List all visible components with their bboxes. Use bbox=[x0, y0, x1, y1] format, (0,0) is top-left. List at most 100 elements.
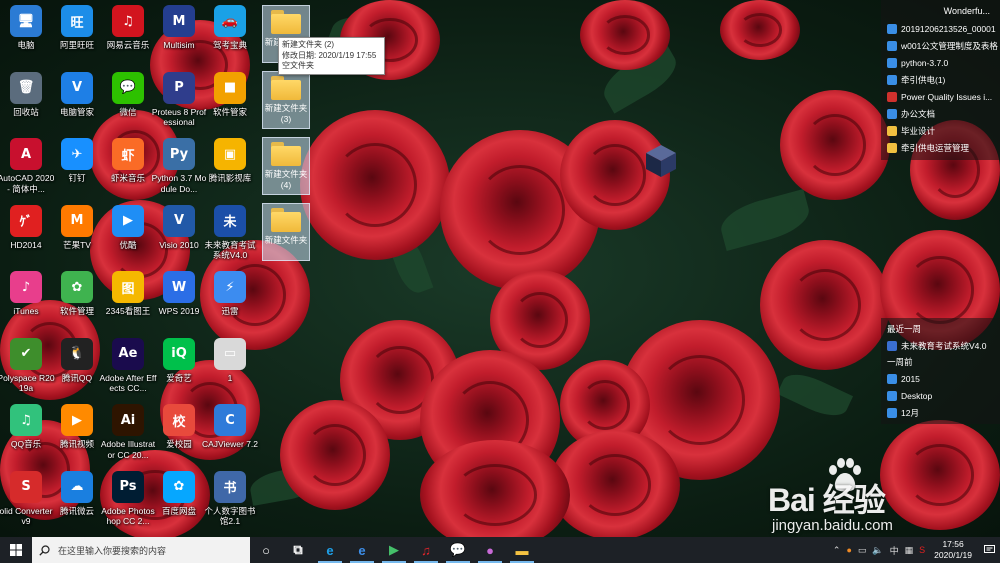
cortana-icon[interactable]: ○ bbox=[250, 537, 282, 563]
app-icon: ☁ bbox=[61, 470, 93, 503]
fence-item-label: 牵引供电运营管理 bbox=[901, 142, 970, 153]
desktop-icon[interactable]: ▭ 1 bbox=[202, 337, 258, 384]
fence-item[interactable]: 2015 bbox=[881, 370, 1000, 387]
desktop-icon[interactable]: ⚡ 迅雷 bbox=[202, 271, 258, 317]
file-icon bbox=[887, 340, 897, 351]
desktop-icon[interactable]: ✿ 软件管理 bbox=[49, 271, 105, 317]
desktop-icon[interactable]: 虾虾米音乐 bbox=[100, 138, 156, 184]
desktop-icon[interactable]: ♪ iTunes bbox=[0, 271, 54, 317]
desktop-icon[interactable]: ✈ 钉钉 bbox=[49, 138, 105, 184]
wps-tray-icon[interactable]: S bbox=[919, 545, 925, 555]
desktop-icon[interactable]: ♫ 网易云音乐 bbox=[100, 5, 156, 51]
desktop-icon[interactable]: Solid Converter v9 bbox=[0, 470, 54, 527]
desktop-icon[interactable]: 校爱校园 bbox=[151, 404, 207, 450]
desktop-icon[interactable]: 🖥 电脑 bbox=[0, 5, 54, 51]
taskbar-glyph: ▶ bbox=[389, 542, 399, 557]
ime-indicator[interactable]: 中 bbox=[890, 544, 899, 557]
fence-item[interactable]: 12月 bbox=[881, 404, 1000, 421]
desktop-icon[interactable]: ▣ 腾讯影视库 bbox=[202, 138, 258, 184]
desktop-icon-label: 网易云音乐 bbox=[106, 40, 150, 50]
cube-app-icon[interactable] bbox=[643, 143, 679, 179]
app-icon: 🐧 bbox=[61, 337, 93, 370]
desktop-icon[interactable]: V 电脑管家 bbox=[49, 71, 105, 118]
app-icon: 虾 bbox=[112, 138, 144, 170]
ie-icon[interactable]: e bbox=[314, 537, 346, 563]
volume-icon[interactable]: 🔈 bbox=[872, 545, 883, 556]
desktop-icon[interactable]: P Proteus 8 Professional bbox=[151, 71, 207, 128]
desktop-icon[interactable]: Ps Adobe Photoshop CC 2... bbox=[100, 470, 156, 527]
desktop-icon[interactable]: 未未来教育考试系统V4.0 bbox=[202, 204, 258, 261]
network-icon[interactable]: ▭ bbox=[858, 545, 867, 556]
desktop-icon[interactable]: A AutoCAD 2020 - 简体中... bbox=[0, 138, 54, 194]
desktop-icon[interactable]: Py Python 3.7 Module Do... bbox=[151, 138, 207, 194]
taskbar-clock[interactable]: 17:56 2020/1/19 bbox=[934, 539, 972, 561]
fence-item[interactable]: 毕业设计 bbox=[881, 122, 1000, 139]
fence-title[interactable]: Wonderfu... bbox=[881, 0, 1000, 20]
folder-item[interactable]: 新建文件夹 bbox=[262, 203, 310, 261]
desktop-icon[interactable]: ✔ Polyspace R2019a bbox=[0, 337, 55, 394]
desktop-icon-label: 爱奇艺 bbox=[166, 372, 192, 383]
fence-item[interactable]: 20191206213526_00001 bbox=[881, 20, 1000, 37]
desktop-icon[interactable]: 🚗 驾考宝典 bbox=[202, 5, 258, 51]
desktop-icon[interactable]: 💬 微信 bbox=[100, 71, 156, 118]
desktop-icon[interactable]: 🗑 回收站 bbox=[0, 71, 54, 118]
fence-item[interactable]: 办公文档 bbox=[881, 105, 1000, 122]
chevron-up-icon[interactable]: ⌃ bbox=[833, 545, 841, 556]
folder-tooltip: 新建文件夹 (2) 修改日期: 2020/1/19 17:55 空文件夹 bbox=[278, 37, 385, 75]
app-icon: W bbox=[163, 271, 195, 303]
folder-icon bbox=[271, 208, 301, 232]
fence-item[interactable]: 牵引供电(1) bbox=[881, 71, 1000, 88]
desktop-icon-label: olid Converter v9 bbox=[0, 505, 53, 527]
taskbar-search-box[interactable]: 在这里输入你要搜索的内容 bbox=[32, 537, 250, 563]
file-icon bbox=[887, 91, 897, 102]
desktop-icon[interactable]: iQ 爱奇艺 bbox=[151, 337, 207, 384]
app-icon[interactable]: ● bbox=[474, 537, 506, 563]
fence-item[interactable]: python-3.7.0 bbox=[881, 54, 1000, 71]
desktop-icon[interactable]: ｹﾞ HD2014 bbox=[0, 204, 54, 251]
desktop-icon[interactable]: 🐧 腾讯QQ bbox=[49, 337, 105, 384]
desktop-icon-label: 腾讯影视库 bbox=[208, 173, 252, 183]
fence-item[interactable]: 牵引供电运营管理 bbox=[881, 139, 1000, 156]
desktop-icon[interactable]: 书个人数字图书馆2.1 bbox=[202, 470, 258, 527]
desktop-icon[interactable]: W WPS 2019 bbox=[151, 271, 207, 317]
taskbar-app-list: ○ ⧉ e e ▶ ♫ 💬 ● ▬ bbox=[250, 537, 538, 563]
app-icon: iQ bbox=[163, 337, 195, 370]
app-icon: S bbox=[10, 470, 42, 503]
task-view-icon[interactable]: ⧉ bbox=[282, 537, 314, 563]
fence-item[interactable]: 未来教育考试系统V4.0 bbox=[881, 337, 1000, 354]
desktop-icon[interactable]: 旺阿里旺旺 bbox=[49, 5, 105, 51]
fence-item[interactable]: w001公文管理制度及表格 bbox=[881, 37, 1000, 54]
desktop-icon-label: AutoCAD 2020 - 简体中... bbox=[0, 173, 55, 194]
baidu-url: jingyan.baidu.com bbox=[772, 517, 893, 534]
desktop-icon[interactable]: M Multisim bbox=[151, 5, 207, 51]
wechat-icon[interactable]: 💬 bbox=[442, 537, 474, 563]
desktop-icon[interactable]: V Visio 2010 bbox=[151, 204, 207, 251]
folder-item[interactable]: 新建文件夹 (3) bbox=[262, 71, 310, 129]
desktop-icon[interactable]: Ae Adobe After Effects CC... bbox=[99, 337, 157, 394]
desktop-icon[interactable]: 图 2345看图王 bbox=[100, 271, 156, 317]
start-button[interactable] bbox=[0, 537, 32, 563]
fence-item-label: 2015 bbox=[901, 373, 920, 384]
desktop-icon[interactable]: ♫ QQ音乐 bbox=[0, 404, 54, 450]
desktop-icon[interactable]: ■ 软件管家 bbox=[202, 71, 258, 118]
video-player-icon[interactable]: ▶ bbox=[378, 537, 410, 563]
app-icon: 旺 bbox=[61, 5, 93, 37]
edge-icon[interactable]: e bbox=[346, 537, 378, 563]
desktop-icon[interactable]: M 芒果TV bbox=[49, 204, 105, 251]
folder-item[interactable]: 新建文件夹 (4) bbox=[262, 137, 310, 195]
file-explorer-icon[interactable]: ▬ bbox=[506, 537, 538, 563]
desktop-icon[interactable]: ▶ 优酷 bbox=[100, 204, 156, 251]
desktop-icon[interactable]: ☁ 腾讯微云 bbox=[49, 470, 105, 517]
netease-music-icon[interactable]: ♫ bbox=[410, 537, 442, 563]
notification-center-button[interactable] bbox=[978, 537, 1000, 563]
fence-item[interactable]: Desktop bbox=[881, 387, 1000, 404]
app-icon: C bbox=[214, 404, 246, 436]
desktop-icon[interactable]: ✿ 百度网盘 bbox=[151, 470, 207, 517]
desktop-icon[interactable]: Ai Adobe Illustrator CC 20... bbox=[100, 404, 156, 460]
tray-app-icon[interactable]: ● bbox=[846, 545, 851, 555]
keyboard-icon[interactable]: ▦ bbox=[905, 545, 914, 556]
desktop-icon[interactable]: ▶ 腾讯视频 bbox=[49, 404, 105, 450]
fence-item[interactable]: Power Quality Issues i... bbox=[881, 88, 1000, 105]
desktop-icon-label: 软件管理 bbox=[59, 306, 94, 316]
desktop-icon[interactable]: C CAJViewer 7.2 bbox=[202, 404, 258, 450]
